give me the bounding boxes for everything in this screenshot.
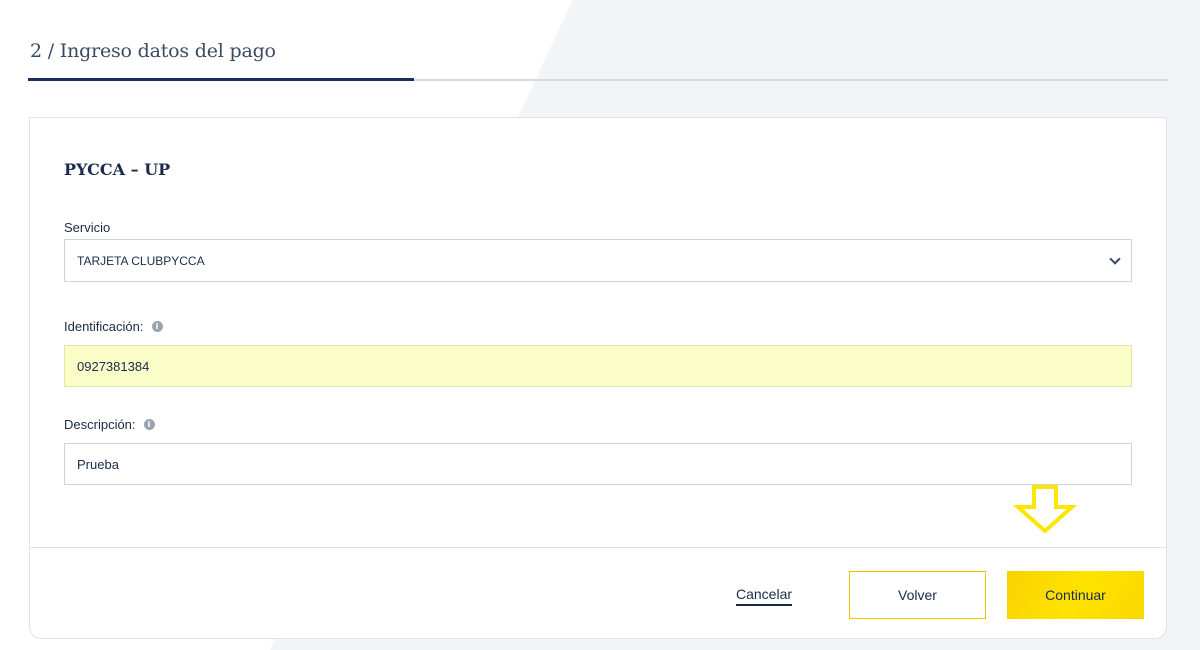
identificacion-label: Identificación: i: [64, 319, 163, 334]
info-icon[interactable]: i: [143, 419, 155, 430]
identificacion-input[interactable]: [64, 345, 1132, 387]
servicio-label: Servicio: [64, 220, 110, 235]
servicio-select[interactable]: TARJETA CLUBPYCCA: [64, 239, 1132, 282]
payment-form-card: PYCCA – UP Servicio TARJETA CLUBPYCCA Id…: [29, 117, 1167, 639]
servicio-selected-value: TARJETA CLUBPYCCA: [77, 253, 205, 268]
step-title: 2 / Ingreso datos del pago: [30, 40, 276, 62]
arrow-down-icon: [1012, 485, 1078, 533]
cancel-link[interactable]: Cancelar: [736, 586, 793, 606]
continue-button[interactable]: Continuar: [1007, 571, 1144, 619]
identificacion-label-text: Identificación:: [64, 319, 144, 334]
back-button[interactable]: Volver: [849, 571, 986, 619]
payment-step-page: 2 / Ingreso datos del pago PYCCA – UP Se…: [0, 0, 1200, 650]
biller-title: PYCCA – UP: [64, 160, 171, 179]
descripcion-label: Descripción: i: [64, 417, 155, 432]
descripcion-label-text: Descripción:: [64, 417, 136, 432]
step-progress-active: [28, 78, 414, 81]
info-icon[interactable]: i: [151, 321, 163, 332]
card-divider: [30, 547, 1166, 548]
descripcion-input[interactable]: [64, 443, 1132, 485]
chevron-down-icon: [1109, 253, 1121, 265]
servicio-label-text: Servicio: [64, 220, 111, 235]
step-header: 2 / Ingreso datos del pago: [28, 0, 1168, 82]
